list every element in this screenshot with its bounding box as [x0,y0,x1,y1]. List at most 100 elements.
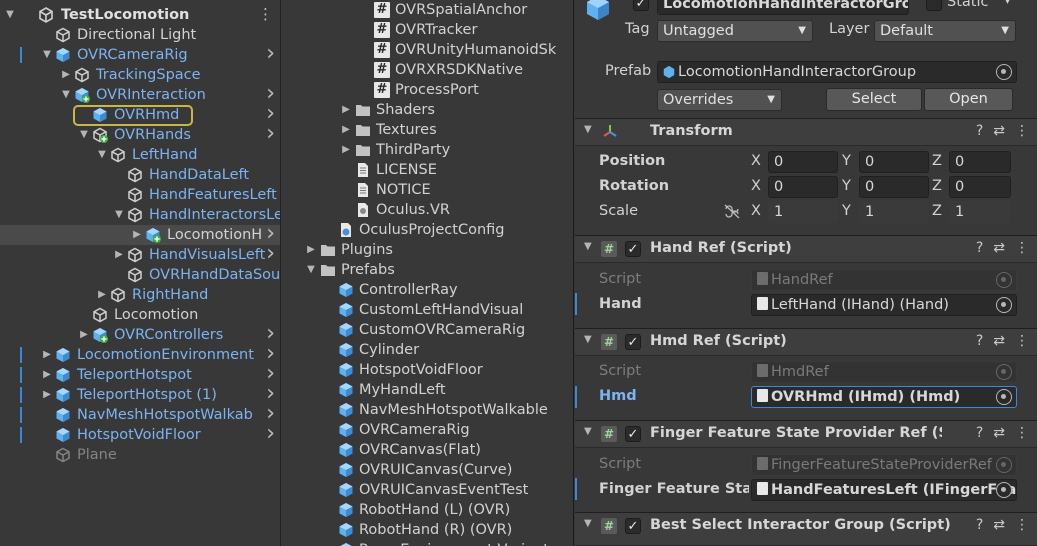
fold-arrow-icon[interactable]: ▼ [584,426,592,437]
collapse-arrow-icon[interactable]: ▼ [60,85,72,105]
best-select-header[interactable]: ▼ # ✓ Best Select Interactor Group (Scri… [575,512,1037,546]
collapse-arrow-icon[interactable]: ▼ [305,260,317,280]
object-picker-icon[interactable] [996,297,1012,313]
component-menu-icon[interactable]: ⋮ [1015,123,1029,139]
hierarchy-item[interactable]: ▶ RightHand [0,285,280,305]
object-picker-icon[interactable] [996,64,1012,80]
project-item[interactable]: # OVRUnityHumanoidSk [282,40,573,60]
position-z-input[interactable]: 0 [949,151,1011,173]
fold-arrow-icon[interactable]: ▼ [584,241,592,252]
finger-ref-header[interactable]: ▼ # ✓ Finger Feature State Provider Ref … [575,420,1037,448]
project-item[interactable]: ControllerRay [282,280,573,300]
expand-arrow-icon[interactable]: ▶ [305,240,317,260]
collapse-arrow-icon[interactable]: ▼ [113,205,125,225]
overrides-dropdown[interactable]: Overrides ▼ [657,89,782,111]
hierarchy-item[interactable]: ▶ LocomotionEnvironment › [0,345,280,365]
position-x-input[interactable]: 0 [768,151,838,173]
project-item[interactable]: ▶ Shaders [282,100,573,120]
presets-icon[interactable]: ⇄ [993,123,1005,139]
collapse-arrow-icon[interactable]: ▼ [4,5,16,25]
project-item[interactable]: OVRUICanvasEventTest [282,480,573,500]
presets-icon[interactable]: ⇄ [993,517,1005,533]
presets-icon[interactable]: ⇄ [993,333,1005,349]
project-item[interactable]: HotspotVoidFloor [282,360,573,380]
project-item[interactable]: LICENSE [282,160,573,180]
hierarchy-item[interactable]: NavMeshHotspotWalkab › [0,405,280,425]
expand-arrow-icon[interactable]: ▶ [41,365,53,385]
layer-dropdown[interactable]: Default ▼ [874,20,1016,42]
rotation-z-input[interactable]: 0 [949,176,1011,198]
rotation-x-input[interactable]: 0 [768,176,838,198]
component-menu-icon[interactable]: ⋮ [1015,425,1029,441]
hierarchy-item[interactable]: ▶ TrackingSpace [0,65,280,85]
project-item[interactable]: ▶ Textures [282,120,573,140]
hierarchy-item[interactable]: ▼ HandInteractorsLe [0,205,280,225]
constrain-proportions-icon[interactable] [723,204,741,219]
chevron-right-icon[interactable]: › [266,405,275,425]
select-button[interactable]: Select [826,88,922,111]
collapse-arrow-icon[interactable]: ▼ [78,125,90,145]
scene-menu-icon[interactable]: ⋮ [258,5,273,24]
hand-field[interactable]: LeftHand (IHand) (Hand) [751,294,1017,316]
rotation-y-input[interactable]: 0 [859,176,929,198]
component-menu-icon[interactable]: ⋮ [1015,240,1029,256]
hierarchy-item[interactable]: ▼ LeftHand [0,145,280,165]
project-item[interactable]: OVRCameraRig [282,420,573,440]
project-item[interactable]: RobotHand (L) (OVR) [282,500,573,520]
position-y-input[interactable]: 0 [859,151,929,173]
hierarchy-item[interactable]: HandDataLeft [0,165,280,185]
project-item[interactable]: RobotHand (R) (OVR) [282,520,573,540]
project-item[interactable]: CustomLeftHandVisual [282,300,573,320]
project-item[interactable]: # OVRXRSDKNative [282,60,573,80]
project-item[interactable]: ▶ Plugins [282,240,573,260]
project-item[interactable]: RoomEnvironment Variant [282,540,573,546]
active-checkbox[interactable]: ✓ [633,0,649,11]
open-button[interactable]: Open [924,88,1013,111]
finger-field[interactable]: HandFeaturesLeft (IFingerFeatureStatePro… [751,479,1017,501]
chevron-right-icon[interactable]: › [266,325,275,345]
help-icon[interactable]: ? [976,240,983,256]
project-item[interactable]: Cylinder [282,340,573,360]
hierarchy-item[interactable]: HandFeaturesLeft [0,185,280,205]
hierarchy-item[interactable]: ▶ TeleportHotspot (1) › [0,385,280,405]
project-item[interactable]: ▶ ThirdParty [282,140,573,160]
scale-x-input[interactable]: 1 [768,201,838,223]
project-item[interactable]: # ProcessPort [282,80,573,100]
hierarchy-item[interactable]: OVRHandDataSou [0,265,280,285]
expand-arrow-icon[interactable]: ▶ [113,245,125,265]
scale-y-input[interactable]: 1 [859,201,929,223]
project-item[interactable]: # OVRTracker [282,20,573,40]
chevron-right-icon[interactable]: › [266,225,275,245]
project-item[interactable]: NOTICE [282,180,573,200]
static-checkbox[interactable] [926,0,942,11]
expand-arrow-icon[interactable]: ▶ [96,285,108,305]
enabled-checkbox[interactable]: ✓ [625,241,641,257]
expand-arrow-icon[interactable]: ▶ [60,65,72,85]
hand-ref-header[interactable]: ▼ # ✓ Hand Ref (Script) ? ⇄ ⋮ [575,235,1037,263]
hierarchy-item[interactable]: ▼ OVRInteraction › [0,85,280,105]
expand-arrow-icon[interactable]: ▶ [340,120,352,140]
collapse-arrow-icon[interactable]: ▼ [41,45,53,65]
expand-arrow-icon[interactable]: ▶ [340,100,352,120]
help-icon[interactable]: ? [976,333,983,349]
expand-arrow-icon[interactable]: ▶ [78,325,90,345]
component-menu-icon[interactable]: ⋮ [1015,517,1029,533]
project-item[interactable]: ▼ Prefabs [282,260,573,280]
static-dropdown-icon[interactable]: ▾ [1004,0,1011,8]
chevron-right-icon[interactable]: › [266,245,275,265]
hierarchy-item[interactable]: Plane [0,445,280,465]
fold-arrow-icon[interactable]: ▼ [584,124,592,135]
project-item[interactable]: OVRCanvas(Flat) [282,440,573,460]
tag-dropdown[interactable]: Untagged ▼ [657,20,813,42]
chevron-right-icon[interactable]: › [266,125,275,145]
enabled-checkbox[interactable]: ✓ [625,518,641,534]
help-icon[interactable]: ? [976,425,983,441]
hierarchy-item[interactable]: ▶ LocomotionH › [0,225,280,245]
fold-arrow-icon[interactable]: ▼ [584,334,592,345]
object-picker-icon[interactable] [996,482,1012,498]
project-item[interactable]: OculusProjectConfig [282,220,573,240]
component-menu-icon[interactable]: ⋮ [1015,333,1029,349]
project-item[interactable]: OVRUICanvas(Curve) [282,460,573,480]
expand-arrow-icon[interactable]: ▶ [340,140,352,160]
hierarchy-item[interactable]: ▼ OVRHands › [0,125,280,145]
